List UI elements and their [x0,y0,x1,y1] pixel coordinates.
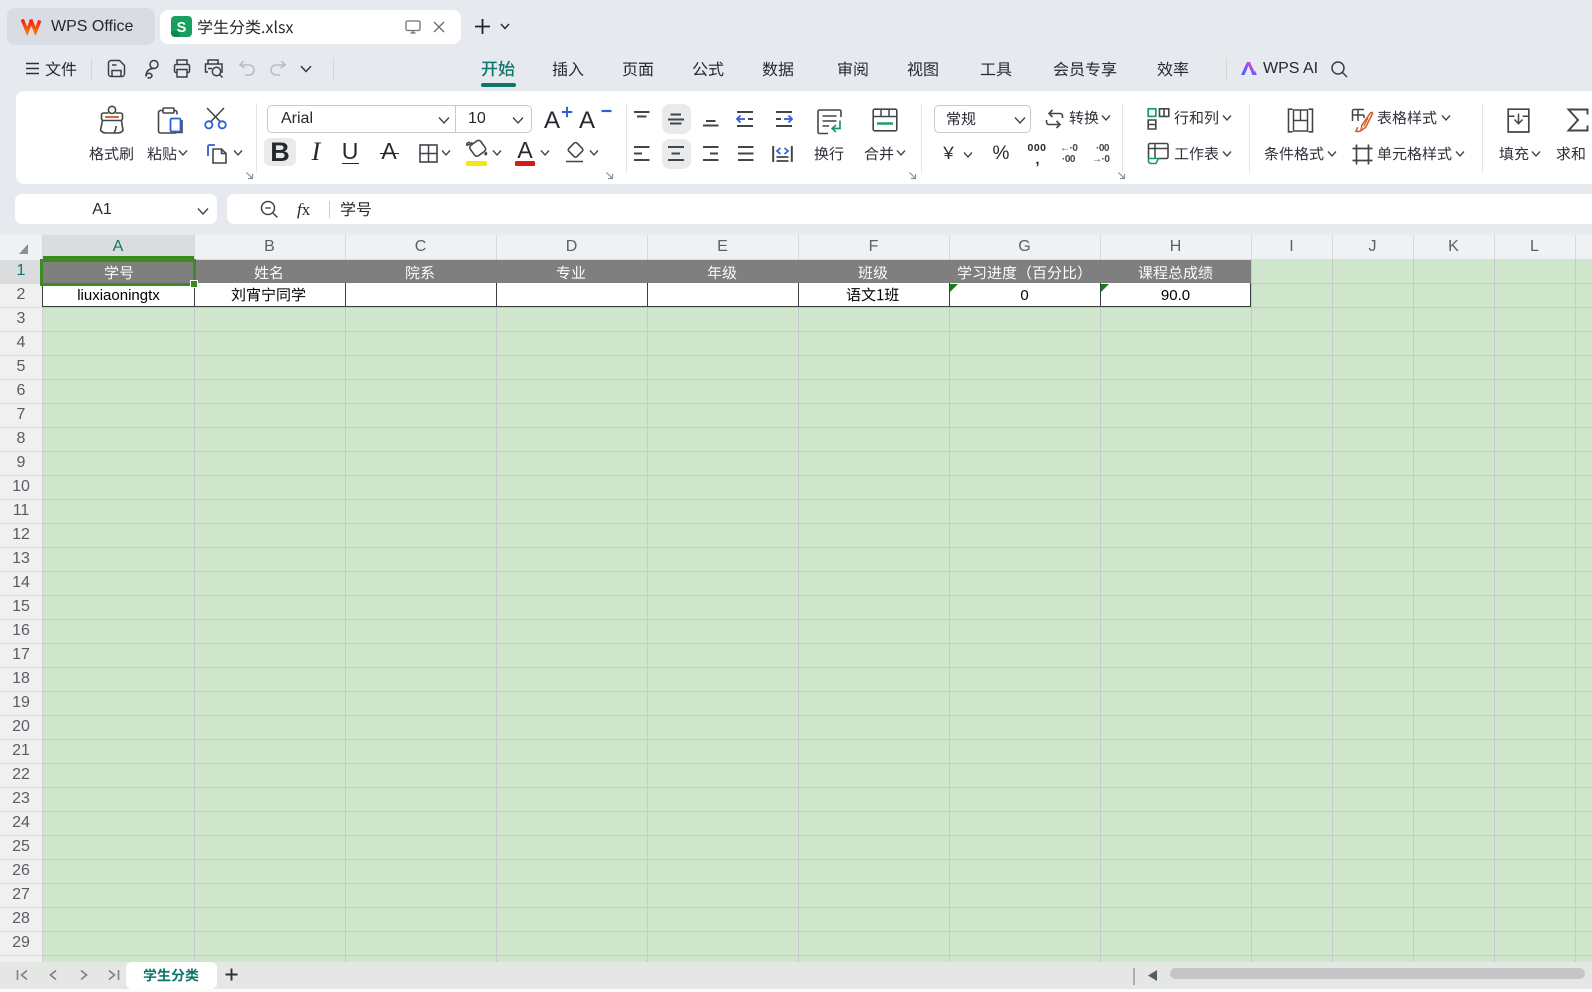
svg-text:S: S [177,20,187,36]
svg-text:←·0: ←·0 [1060,143,1078,154]
svg-text:→·0: →·0 [1092,154,1110,164]
svg-text:·00: ·00 [1062,154,1076,164]
svg-text:·00: ·00 [1096,143,1110,154]
